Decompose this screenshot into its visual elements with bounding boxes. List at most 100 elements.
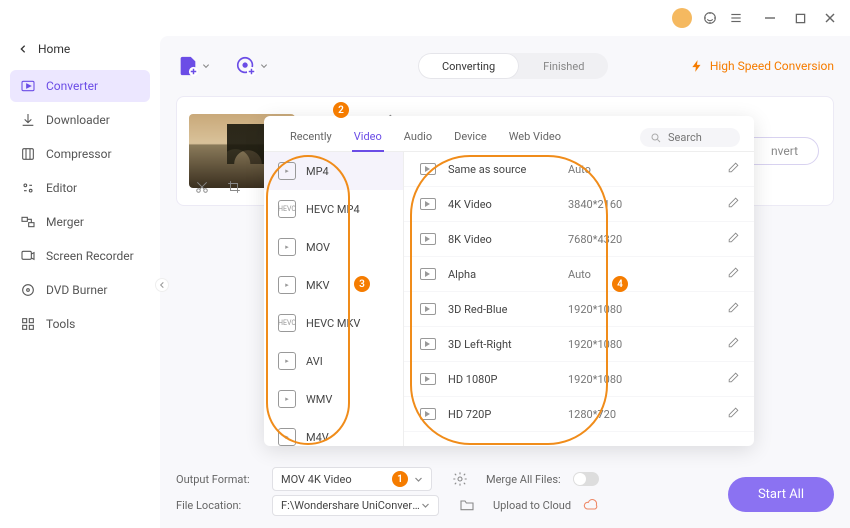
format-item[interactable]: HEVCHEVC MP4 <box>264 190 403 228</box>
format-item[interactable]: ▸AVI <box>264 342 403 380</box>
format-item[interactable]: ▸MOV <box>264 228 403 266</box>
format-label: MP4 <box>306 165 329 178</box>
format-item[interactable]: ▸ MKV <box>264 266 403 304</box>
support-icon[interactable] <box>702 10 718 26</box>
sidebar-item-dvd-burner[interactable]: DVD Burner <box>10 274 150 306</box>
search-input[interactable] <box>668 131 728 144</box>
menu-icon[interactable] <box>728 10 744 26</box>
format-icon: ▸ <box>278 390 296 408</box>
sidebar-item-converter[interactable]: Converter <box>10 70 150 102</box>
popup-search[interactable] <box>640 128 740 147</box>
maximize-icon[interactable] <box>792 10 808 26</box>
format-popup: Recently Video Audio Device Web Video ▸M… <box>264 116 754 446</box>
resolution-name: 4K Video <box>448 198 568 211</box>
high-speed-toggle[interactable]: High Speed Conversion <box>690 59 834 73</box>
popup-tabs: Recently Video Audio Device Web Video <box>264 116 754 152</box>
resolution-item[interactable]: HD 720P1280*720 <box>404 397 754 432</box>
bolt-icon <box>690 59 704 73</box>
format-item[interactable]: ▸WMV <box>264 380 403 418</box>
sidebar-item-downloader[interactable]: Downloader <box>10 104 150 136</box>
resolution-name: HD 1080P <box>448 373 568 386</box>
resolution-value: 3840*2160 <box>568 198 658 211</box>
resolution-item[interactable]: AlphaAuto <box>404 257 754 292</box>
format-icon: ▸ <box>278 162 296 180</box>
chevron-down-icon <box>260 62 268 70</box>
resolution-item[interactable]: 8K Video7680*4320 <box>404 222 754 257</box>
format-icon: ▸ <box>278 276 296 294</box>
start-all-button[interactable]: Start All <box>728 477 834 512</box>
folder-icon[interactable] <box>459 497 475 513</box>
edit-icon[interactable] <box>727 196 740 212</box>
edit-icon[interactable] <box>727 371 740 387</box>
sidebar-item-editor[interactable]: Editor <box>10 172 150 204</box>
editor-icon <box>20 180 36 196</box>
output-format-select[interactable]: MOV 4K Video 1 <box>272 467 432 491</box>
converter-icon <box>20 78 36 94</box>
format-icon: ▸ <box>278 428 296 446</box>
sidebar-item-compressor[interactable]: Compressor <box>10 138 150 170</box>
file-location-label: File Location: <box>176 499 260 512</box>
edit-icon[interactable] <box>727 336 740 352</box>
close-icon[interactable] <box>822 10 838 26</box>
output-format-label: Output Format: <box>176 473 260 486</box>
cloud-icon[interactable] <box>583 497 599 513</box>
high-speed-label: High Speed Conversion <box>710 59 834 73</box>
resolution-item[interactable]: 4K Video3840*2160 <box>404 187 754 222</box>
format-icon: HEVC <box>278 200 296 218</box>
play-icon <box>420 303 436 315</box>
popup-tab-recently[interactable]: Recently <box>288 124 334 151</box>
resolution-name: Alpha <box>448 268 568 281</box>
footer: Output Format: MOV 4K Video 1 Merge All … <box>176 466 834 518</box>
gear-icon[interactable] <box>452 471 468 487</box>
edit-icon[interactable] <box>727 266 740 282</box>
popup-tab-device[interactable]: Device <box>452 124 489 151</box>
add-file-button[interactable] <box>176 54 200 78</box>
recorder-icon <box>20 248 36 264</box>
add-dvd-button[interactable] <box>234 54 258 78</box>
play-icon <box>420 198 436 210</box>
resolution-name: HD 720P <box>448 408 568 421</box>
edit-icon[interactable] <box>727 161 740 177</box>
popup-tab-audio[interactable]: Audio <box>402 124 434 151</box>
format-list: ▸MP4 HEVCHEVC MP4 ▸MOV ▸MKV HEVCHEVC MKV… <box>264 152 404 446</box>
play-icon <box>420 408 436 420</box>
edit-icon[interactable] <box>727 301 740 317</box>
tab-converting[interactable]: Converting <box>418 53 519 79</box>
tab-finished[interactable]: Finished <box>519 53 608 79</box>
edit-icon[interactable] <box>727 406 740 422</box>
edit-icon[interactable] <box>727 231 740 247</box>
format-label: MKV <box>306 279 330 292</box>
format-icon: ▸ <box>278 352 296 370</box>
popup-tab-webvideo[interactable]: Web Video <box>507 124 563 151</box>
file-location-select[interactable]: F:\Wondershare UniConverter 1 <box>272 495 439 516</box>
resolution-item[interactable]: HD 1080P1920*1080 <box>404 362 754 397</box>
format-item[interactable]: HEVCHEVC MKV <box>264 304 403 342</box>
crop-icon[interactable] <box>227 180 241 197</box>
back-home[interactable]: Home <box>10 36 150 62</box>
play-icon <box>420 338 436 350</box>
tools-icon <box>20 316 36 332</box>
sidebar-item-label: Editor <box>46 181 77 195</box>
merge-toggle[interactable] <box>573 472 599 486</box>
trim-icon[interactable] <box>195 180 209 197</box>
titlebar <box>0 0 850 36</box>
format-item[interactable]: ▸ MP4 <box>264 152 403 190</box>
resolution-item[interactable]: 3D Left-Right1920*1080 <box>404 327 754 362</box>
popup-tab-video[interactable]: Video <box>352 124 384 151</box>
resolution-name: Same as source <box>448 163 568 176</box>
format-label: HEVC MKV <box>306 317 360 330</box>
resolution-value: 7680*4320 <box>568 233 658 246</box>
resolution-item[interactable]: 3D Red-Blue1920*1080 <box>404 292 754 327</box>
toolbar: Converting Finished High Speed Conversio… <box>176 46 834 86</box>
play-icon <box>420 373 436 385</box>
resolution-item[interactable]: Same as sourceAuto <box>404 152 754 187</box>
sidebar-collapse-button[interactable] <box>155 278 169 292</box>
format-icon: ▸ <box>278 238 296 256</box>
format-item[interactable]: ▸M4V <box>264 418 403 446</box>
chevron-down-icon <box>414 475 423 484</box>
avatar[interactable] <box>672 8 692 28</box>
sidebar-item-merger[interactable]: Merger <box>10 206 150 238</box>
minimize-icon[interactable] <box>762 10 778 26</box>
sidebar-item-tools[interactable]: Tools <box>10 308 150 340</box>
sidebar-item-screen-recorder[interactable]: Screen Recorder <box>10 240 150 272</box>
